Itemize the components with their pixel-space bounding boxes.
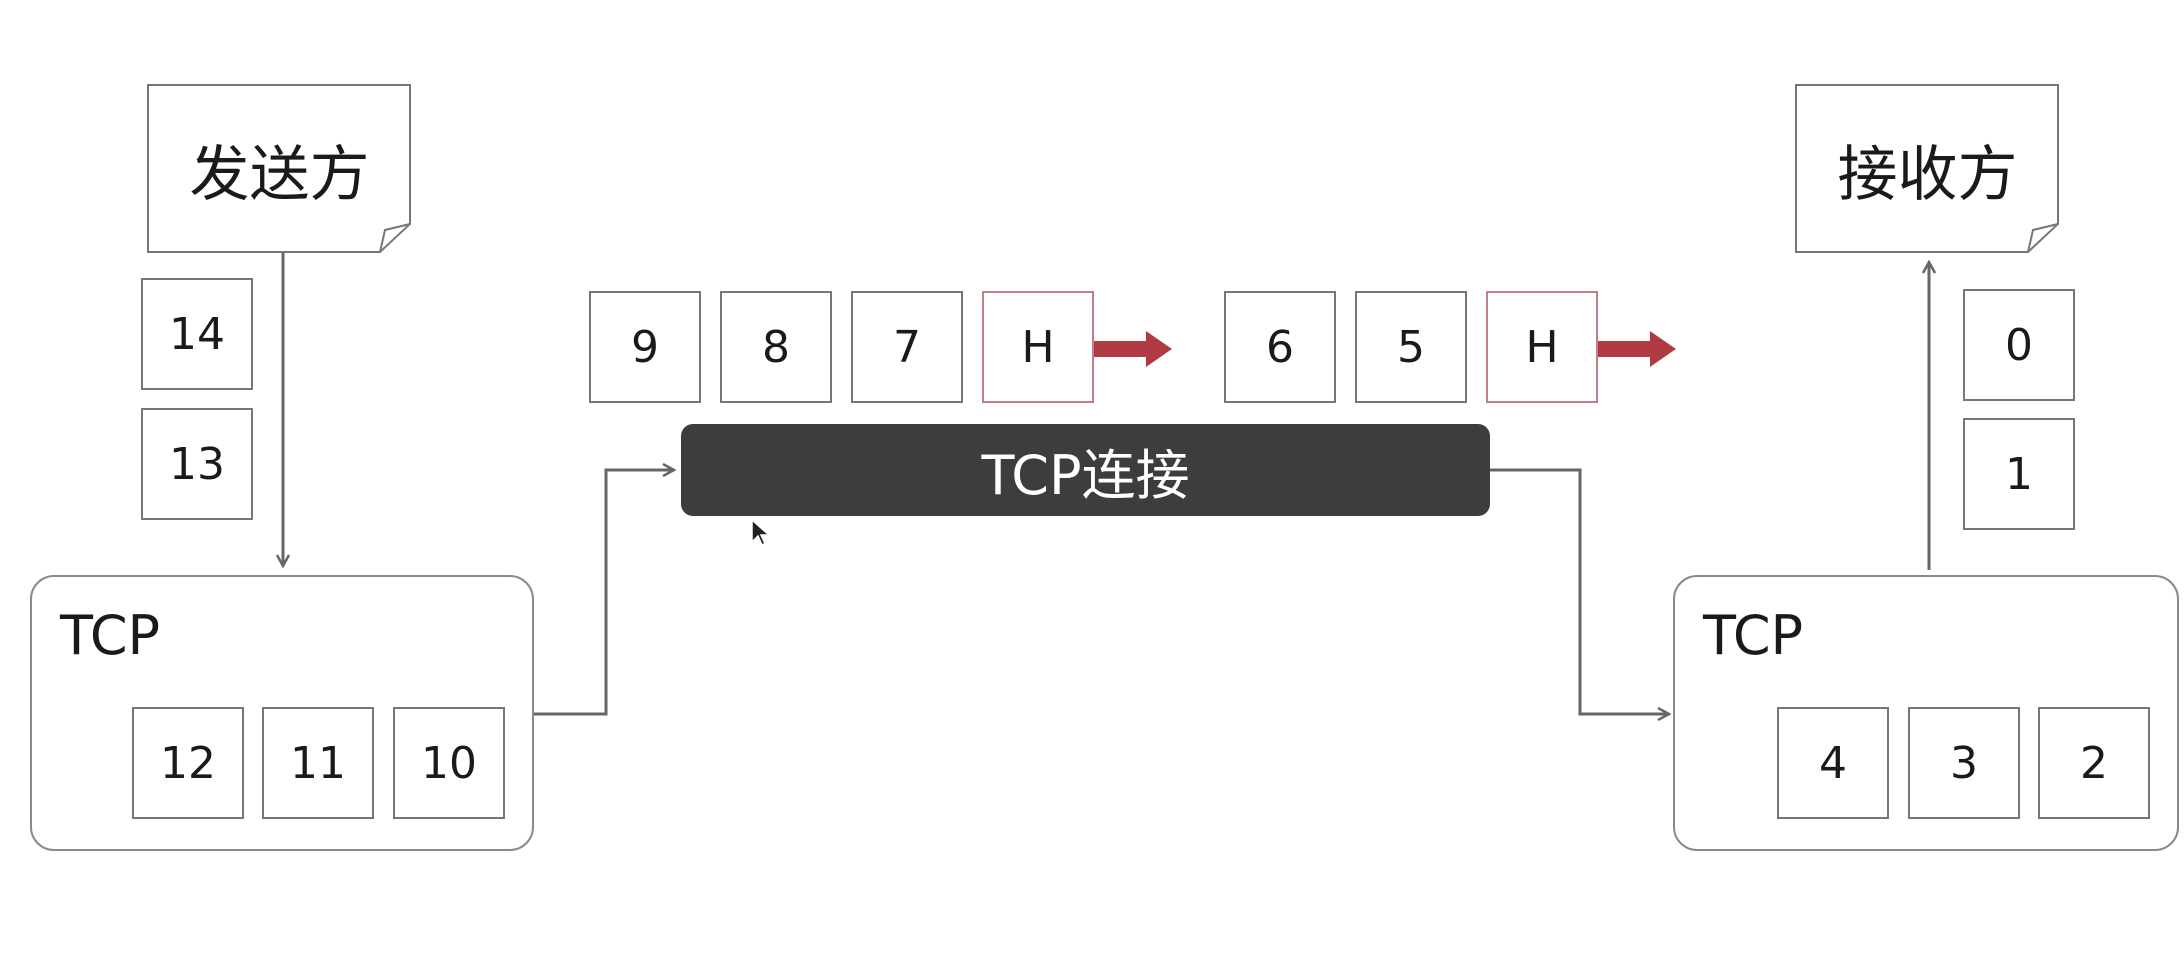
sender-buffer-segment: 10 xyxy=(393,707,505,819)
receiver-note: 接收方 xyxy=(1795,84,2060,254)
tcp-connection-bar: TCP连接 xyxy=(681,424,1490,516)
packet-2-direction-arrow xyxy=(1598,331,1676,367)
sender-buffer-segment: 12 xyxy=(132,707,244,819)
packet-1-direction-arrow xyxy=(1094,331,1172,367)
mouse-cursor-icon xyxy=(751,518,771,547)
packet-2-header: H xyxy=(1486,291,1598,403)
receiver-delivered-segment: 1 xyxy=(1963,418,2075,530)
sender-queued-segment: 13 xyxy=(141,408,253,520)
packet-1-segment: 9 xyxy=(589,291,701,403)
packet-2-segment: 6 xyxy=(1224,291,1336,403)
connection-to-receiver-arrow xyxy=(1490,468,1669,714)
receiver-buffer-segment: 2 xyxy=(2038,707,2150,819)
sender-note: 发送方 xyxy=(147,84,412,254)
sender-to-connection-arrow xyxy=(534,470,674,716)
receiver-delivered-segment: 0 xyxy=(1963,289,2075,401)
sender-queued-segment: 14 xyxy=(141,278,253,390)
packet-1-header: H xyxy=(982,291,1094,403)
sender-buffer-segment: 11 xyxy=(262,707,374,819)
sender-label: 发送方 xyxy=(189,139,370,210)
packet-2-segment: 5 xyxy=(1355,291,1467,403)
packet-1-segment: 7 xyxy=(851,291,963,403)
receiver-buffer-segment: 3 xyxy=(1908,707,2020,819)
receiver-label: 接收方 xyxy=(1837,139,2018,210)
receiver-tcp-label: TCP xyxy=(1703,604,1804,667)
packet-1-segment: 8 xyxy=(720,291,832,403)
sender-tcp-label: TCP xyxy=(60,604,161,667)
receiver-buffer-segment: 4 xyxy=(1777,707,1889,819)
